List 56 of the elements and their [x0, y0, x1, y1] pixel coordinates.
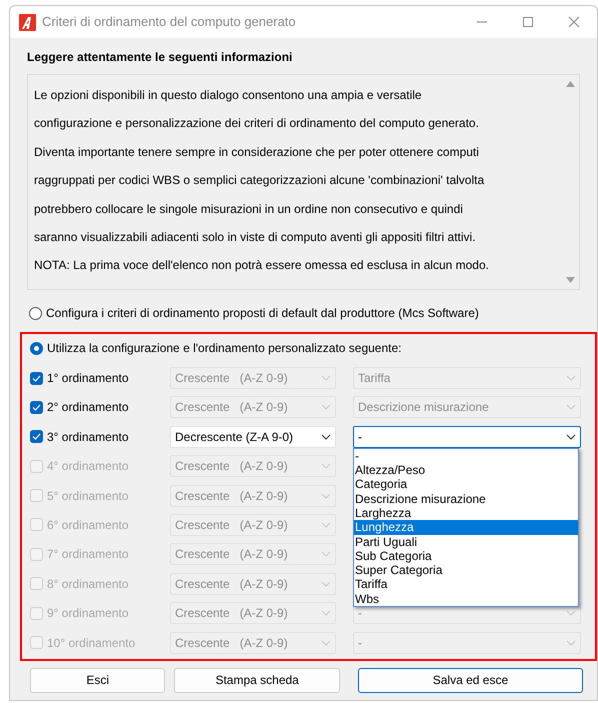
chevron-down-icon	[321, 610, 331, 616]
dropdown-item[interactable]: Tariffa	[354, 577, 578, 592]
info-text-line: potrebbero collocare le singole misurazioni in un ordine non consecutivo e quindi	[34, 200, 464, 218]
info-text-line: NOTA: La prima voce dell'elenco non potrà essere omessa ed esclusa in alcun modo.	[34, 257, 490, 274]
chevron-down-icon	[321, 404, 331, 410]
field-combo[interactable]: Tariffa	[353, 367, 581, 389]
dialog-button[interactable]: Stampa scheda	[174, 668, 340, 693]
info-text-line: raggruppati per codici WBS o semplici categorizzazioni alcune 'combinazioni' talvolta	[34, 172, 486, 190]
chevron-down-icon	[321, 375, 331, 381]
scroll-up-icon[interactable]	[566, 81, 575, 87]
dropdown-item[interactable]: Descrizione misurazione	[354, 492, 578, 506]
chevron-down-icon	[566, 640, 576, 646]
chevron-down-icon	[321, 551, 331, 558]
dialog-button[interactable]: Salva ed esce	[358, 668, 583, 693]
checked-checkbox-icon[interactable]	[30, 430, 43, 444]
dropdown-item[interactable]: Parti Uguali	[354, 534, 578, 549]
dialog-button[interactable]: Esci	[30, 668, 166, 693]
radio-option[interactable]: Utilizza la configurazione e l'ordinamento personalizzato seguente:	[30, 339, 581, 357]
window-title: Criteri di ordinamento del computo generato	[42, 13, 296, 32]
chevron-down-icon	[321, 463, 331, 470]
dropdown-item[interactable]: Categoria	[354, 477, 578, 492]
field-combo[interactable]: -	[353, 426, 581, 448]
info-text-line: saranno visualizzabili adiacenti solo in viste di computo aventi gli appositi filtri attivi.	[34, 228, 477, 246]
checked-checkbox-icon[interactable]	[30, 400, 43, 414]
app-logo-icon	[19, 14, 36, 30]
chevron-down-icon	[566, 610, 576, 616]
radio-option[interactable]: Configura i criteri di ordinamento proposti di default dal produttore (Mcs Software)	[29, 304, 587, 322]
chevron-down-icon	[321, 492, 331, 499]
checked-checkbox-icon[interactable]	[30, 372, 43, 384]
radio-icon[interactable]	[29, 306, 42, 320]
info-text-line: Diventa importante tenere sempre in considerazione che per poter ottenere computi	[34, 144, 480, 161]
dropdown-item[interactable]: -	[354, 448, 578, 464]
dropdown-item[interactable]: Larghezza	[354, 506, 578, 520]
chevron-down-icon	[321, 522, 331, 528]
chevron-down-icon	[566, 434, 576, 440]
dropdown-item[interactable]: Super Categoria	[354, 563, 578, 578]
chevron-down-icon	[566, 375, 576, 381]
chevron-down-icon	[321, 580, 331, 587]
sort-checkbox[interactable]: 2° ordinamento	[30, 396, 170, 416]
dropdown-item[interactable]: Lunghezza	[354, 520, 578, 535]
info-heading: Leggere attentamente le seguenti informazioni	[27, 49, 294, 66]
order-combo[interactable]: Crescente (A-Z 0-9)	[170, 367, 336, 389]
sort-checkbox[interactable]: 3° ordinamento	[30, 426, 170, 446]
field-combo[interactable]: Descrizione misurazione	[353, 396, 581, 418]
sort-checkbox[interactable]: 1° ordinamento	[30, 367, 170, 387]
scroll-down-icon[interactable]	[566, 277, 575, 283]
radio-selected-icon[interactable]	[30, 342, 43, 354]
info-text-line: configurazione e personalizzazione dei criteri di ordinamento del computo generato.	[34, 115, 480, 132]
chevron-down-icon	[321, 434, 331, 440]
order-combo[interactable]: Decrescente (Z-A 9-0)	[170, 426, 336, 448]
order-combo[interactable]: Crescente (A-Z 0-9)	[170, 396, 336, 418]
chevron-down-icon	[566, 404, 576, 410]
chevron-down-icon	[321, 640, 331, 646]
dropdown-item[interactable]: Sub Categoria	[354, 548, 578, 564]
info-text-line: Le opzioni disponibili in questo dialogo consentono una ampia e versatile	[34, 87, 423, 104]
dropdown-item[interactable]: Altezza/Peso	[354, 463, 578, 478]
